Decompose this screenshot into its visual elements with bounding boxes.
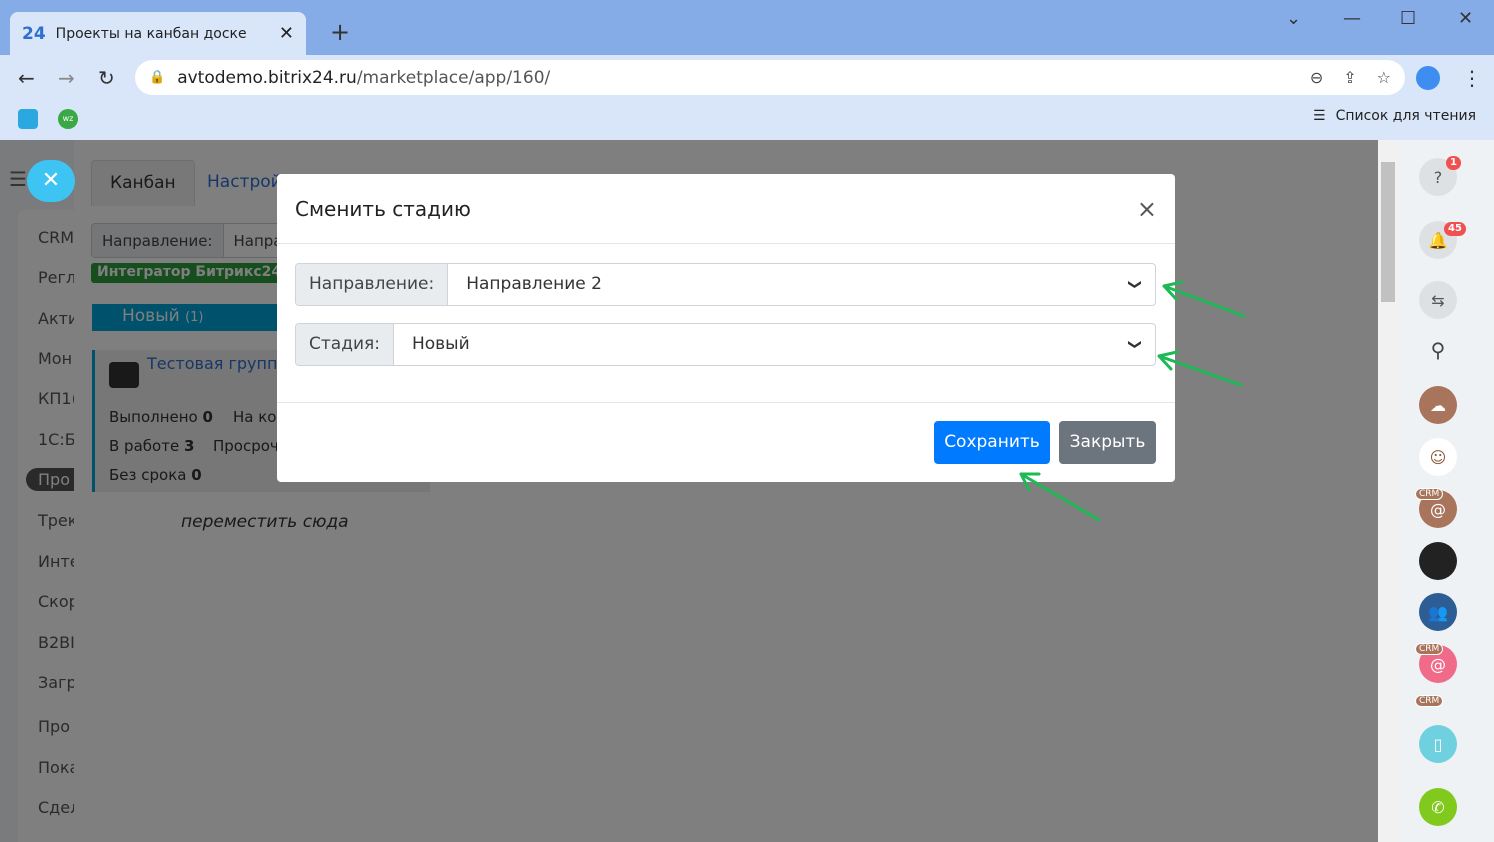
help-badge: 1	[1446, 156, 1461, 170]
browser-tab[interactable]: 24 Проекты на канбан доске ✕	[10, 12, 306, 55]
save-button[interactable]: Сохранить	[934, 421, 1050, 464]
modal-footer-divider	[277, 402, 1175, 403]
chevron-down-icon: ❯	[1127, 279, 1143, 290]
tab-search-icon[interactable]: ⌄	[1286, 8, 1301, 29]
forward-icon[interactable]: →	[58, 66, 75, 90]
stage-select[interactable]: Стадия: Новый ❯	[295, 323, 1156, 366]
reload-icon[interactable]: ↻	[98, 66, 115, 90]
close-button[interactable]: Закрыть	[1059, 421, 1156, 464]
bookmark-wz-icon[interactable]: wz	[58, 109, 78, 129]
bookmark-star-icon[interactable]: ☆	[1377, 68, 1391, 87]
minimize-button[interactable]: —	[1343, 8, 1361, 29]
url-path: /marketplace/app/160/	[356, 67, 551, 88]
close-icon[interactable]: ×	[1137, 195, 1157, 223]
direction-select[interactable]: Направление: Направление 2 ❯	[295, 263, 1156, 306]
mobile-cloud-icon[interactable]: ▯	[1419, 725, 1457, 763]
crm-label: CRM	[1415, 488, 1444, 500]
user-avatar[interactable]: ☺	[1419, 438, 1457, 476]
lock-icon: 🔒	[149, 70, 166, 85]
menu-kebab-icon[interactable]: ⋮	[1462, 66, 1482, 90]
close-tab-icon[interactable]: ✕	[279, 23, 294, 44]
scrollbar-thumb[interactable]	[1381, 162, 1395, 302]
close-slider-button[interactable]: ✕	[27, 160, 75, 202]
reading-list-icon: ☰	[1313, 108, 1326, 124]
reading-list-button[interactable]: ☰ Список для чтения	[1313, 108, 1476, 124]
user-avatar-dark[interactable]	[1419, 542, 1457, 580]
tab-title: Проекты на канбан доске	[55, 25, 247, 42]
search-icon[interactable]: ⚲	[1419, 331, 1457, 369]
crm-label: CRM	[1415, 643, 1444, 655]
url-host: avtodemo.bitrix24.ru	[177, 67, 357, 88]
bookmark-bitrix-icon[interactable]	[18, 109, 38, 129]
close-window-button[interactable]: ✕	[1458, 8, 1473, 29]
notification-badge: 45	[1444, 222, 1466, 236]
crm-label: CRM	[1415, 695, 1444, 707]
right-sidebar: ? 1 🔔 45 ⇆ ⚲ ☁ ☺ @ CRM 👥 @ CRM CRM ▯ ✆	[1398, 140, 1494, 842]
phone-icon[interactable]: ✆	[1419, 788, 1457, 826]
direction-label: Направление:	[296, 264, 449, 305]
bitrix-logo-icon: 24	[22, 23, 46, 44]
share-icon[interactable]: ⇪	[1343, 68, 1356, 87]
zoom-icon[interactable]: ⊖	[1310, 68, 1323, 87]
modal-title: Сменить стадию	[295, 196, 471, 221]
reading-list-label: Список для чтения	[1335, 108, 1476, 124]
chevron-down-icon: ❯	[1127, 339, 1143, 350]
change-stage-modal: Сменить стадию × Направление: Направление…	[277, 174, 1175, 482]
group-chat-icon[interactable]: 👥	[1419, 593, 1457, 631]
maximize-button[interactable]: ☐	[1400, 8, 1416, 29]
stage-label: Стадия:	[296, 324, 394, 365]
address-bar[interactable]: 🔒 avtodemo.bitrix24.ru/marketplace/app/1…	[135, 60, 1405, 95]
chat-icon[interactable]: ⇆	[1419, 281, 1457, 319]
back-icon[interactable]: ←	[18, 66, 35, 90]
cloud-clock-icon[interactable]: ☁	[1419, 386, 1457, 424]
stage-value: Новый	[411, 334, 470, 354]
menu-icon[interactable]: ☰	[9, 167, 27, 191]
extension-icon[interactable]	[1416, 66, 1440, 90]
new-tab-button[interactable]: +	[330, 18, 350, 46]
direction-value: Направление 2	[466, 274, 602, 294]
